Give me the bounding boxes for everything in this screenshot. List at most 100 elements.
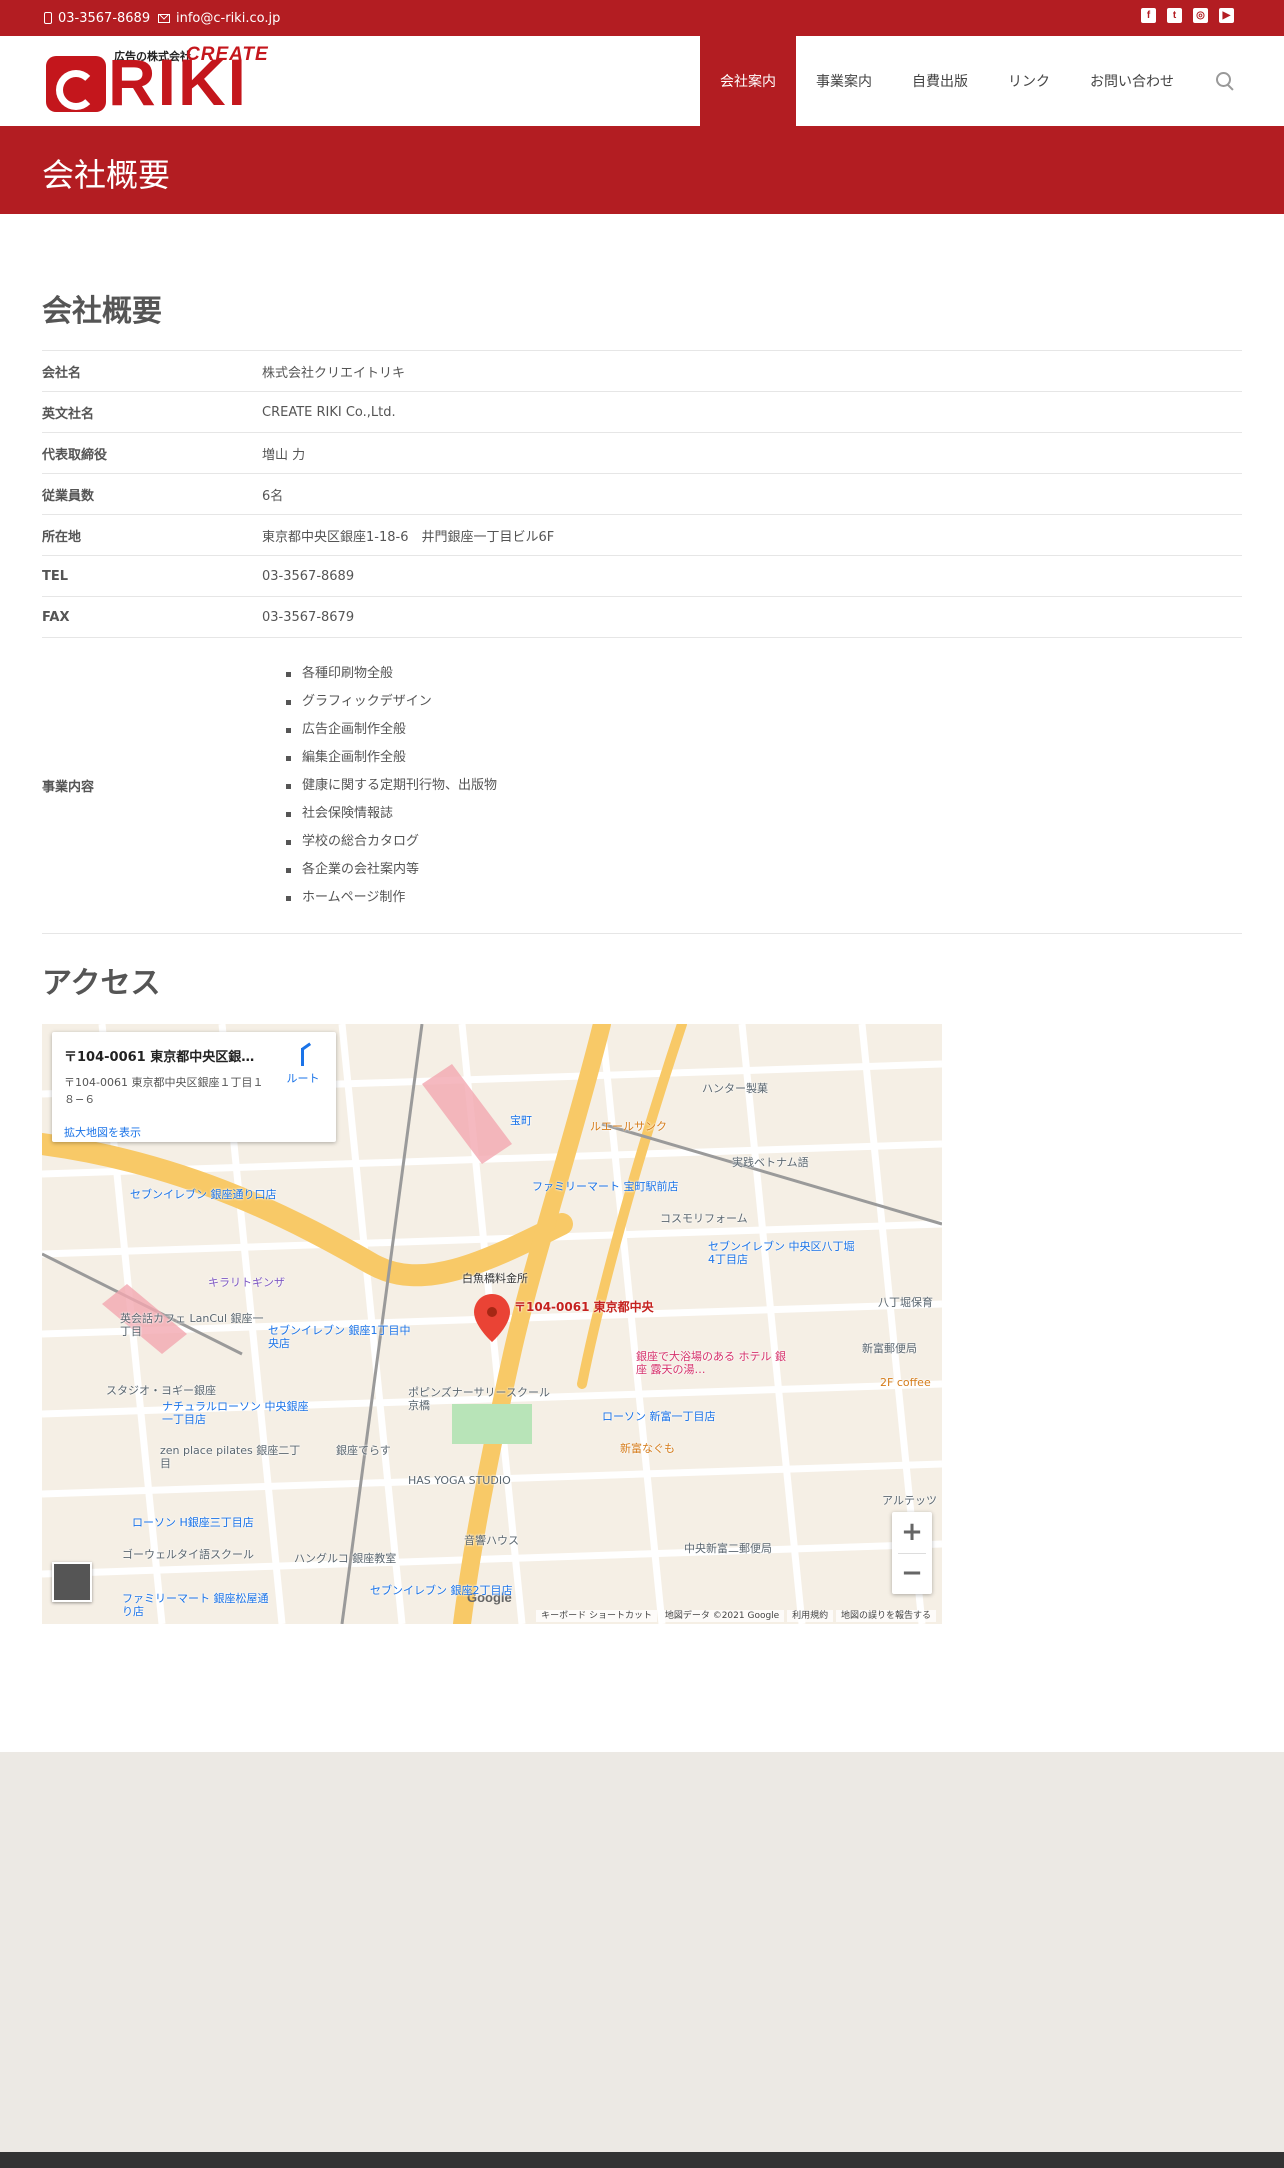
map-place-label: 宝町 — [510, 1114, 532, 1127]
row-key: 会社名 — [42, 365, 82, 381]
table-row: 英文社名 CREATE RIKI Co.,Ltd. — [42, 392, 1242, 433]
row-key: FAX — [42, 609, 70, 625]
main-nav: 会社案内 事業案内 自費出版 リンク お問い合わせ — [700, 36, 1244, 126]
map-card-title: 〒104-0061 東京都中央区銀座… — [64, 1050, 264, 1065]
nav-business[interactable]: 事業案内 — [796, 36, 892, 126]
company-table: 会社名 株式会社クリエイトリキ 英文社名 CREATE RIKI Co.,Ltd… — [42, 350, 1242, 934]
instagram-icon[interactable]: ◎ — [1193, 8, 1208, 23]
map-place-label: ローソン 新富一丁目店 — [602, 1410, 716, 1423]
map-place-label: ナチュラルローソン 中央銀座一丁目店 — [162, 1400, 309, 1426]
zoom-in-button[interactable]: + — [892, 1512, 932, 1553]
map-place-label: セブンイレブン 銀座2丁目店 — [370, 1584, 513, 1597]
row-value: 株式会社クリエイトリキ — [262, 365, 406, 381]
map-place-label: 実践ベトナム語 — [732, 1156, 809, 1169]
map-place-label: ポピンズナーサリースクール京橋 — [408, 1386, 551, 1412]
map-place-label: 2F coffee — [880, 1376, 931, 1389]
top-phone[interactable]: 03-3567-8689 — [44, 0, 150, 36]
table-row: TEL 03-3567-8689 — [42, 556, 1242, 597]
company-heading: 会社概要 — [42, 294, 162, 329]
list-item: 広告企画制作全般 — [282, 716, 497, 744]
list-item: グラフィックデザイン — [282, 688, 497, 716]
twitter-icon[interactable]: t — [1167, 8, 1182, 23]
social-links: f t ◎ ▶ — [1141, 8, 1234, 23]
row-value: 6名 — [262, 488, 284, 504]
map-place-label: スタジオ・ヨギー銀座 — [106, 1384, 216, 1397]
nav-contact[interactable]: お問い合わせ — [1070, 36, 1194, 126]
map-report-link[interactable]: 地図の誤りを報告する — [835, 1610, 936, 1622]
map-thumbnail[interactable] — [52, 1562, 92, 1602]
row-key: 英文社名 — [42, 406, 95, 422]
map-shortcuts-link[interactable]: キーボード ショートカット — [536, 1610, 657, 1622]
map-terms-link[interactable]: 利用規約 — [787, 1610, 834, 1622]
row-value: 03-3567-8689 — [262, 568, 355, 584]
map-place-label: セブンイレブン 中央区八丁堀4丁目店 — [708, 1240, 855, 1266]
list-item: ホームページ制作 — [282, 884, 497, 912]
map-place-label: 銀座で大浴場のある ホテル 銀座 露天の湯… — [636, 1350, 786, 1376]
access-heading: アクセス — [42, 966, 161, 1001]
zoom-out-button[interactable]: − — [892, 1553, 932, 1594]
map-place-label: 英会話カフェ LanCul 銀座一丁目 — [120, 1312, 264, 1338]
map-place-label: ローソン H銀座三丁目店 — [132, 1516, 254, 1529]
map-place-label: ファミリーマート 宝町駅前店 — [532, 1180, 679, 1193]
map-place-label: ゴーウェルタイ語スクール — [122, 1548, 254, 1561]
row-value: 東京都中央区銀座1-18-6 井門銀座一丁目ビル6F — [262, 529, 555, 545]
map-enlarge-link[interactable]: 拡大地図を表示 — [64, 1124, 141, 1140]
list-item: 各種印刷物全般 — [282, 660, 497, 688]
business-list: 各種印刷物全般 グラフィックデザイン 広告企画制作全般 編集企画制作全般 健康に… — [262, 660, 497, 912]
facebook-icon[interactable]: f — [1141, 8, 1156, 23]
footer-bottom-bar — [0, 2152, 1284, 2168]
nav-links[interactable]: リンク — [988, 36, 1070, 126]
map-place-label: 銀座てらす — [336, 1444, 391, 1457]
nav-company[interactable]: 会社案内 — [700, 36, 796, 126]
row-key: TEL — [42, 568, 69, 584]
route-icon — [293, 1046, 313, 1066]
map-place-label: zen place pilates 銀座二丁目 — [160, 1444, 301, 1470]
table-row: 代表取締役 増山 力 — [42, 433, 1242, 474]
map-pin-label: 〒104-0061 東京都中央 — [514, 1300, 654, 1314]
table-row: FAX 03-3567-8679 — [42, 597, 1242, 638]
site-header: 広告の株式会社 CREATE RIKI 会社案内 事業案内 自費出版 リンク お… — [0, 36, 1284, 126]
map-place-label: 八丁堀保育 — [878, 1296, 933, 1309]
map-place-label: 音響ハウス — [464, 1534, 519, 1547]
list-item: 各企業の会社案内等 — [282, 856, 497, 884]
site-logo[interactable]: 広告の株式会社 CREATE RIKI — [46, 44, 286, 115]
youtube-icon[interactable]: ▶ — [1219, 8, 1234, 23]
row-value: 増山 力 — [262, 447, 306, 463]
map-info-card: 〒104-0061 東京都中央区銀座… 〒104-0061 東京都中央区銀座１丁… — [52, 1032, 336, 1142]
map-place-label: コスモリフォーム — [660, 1212, 748, 1225]
map-place-label: 白魚橋料金所 — [462, 1272, 528, 1285]
route-label: ルート — [286, 1072, 320, 1085]
top-email[interactable]: info@c-riki.co.jp — [158, 0, 280, 36]
map-route-button[interactable]: ルート — [280, 1046, 326, 1086]
logo-mark-icon — [46, 56, 106, 112]
list-item: 社会保険情報誌 — [282, 800, 497, 828]
map-place-label: ハングルコ 銀座教室 — [294, 1552, 397, 1565]
top-phone-text: 03-3567-8689 — [58, 10, 151, 26]
map-place-label: HAS YOGA STUDIO — [408, 1474, 511, 1487]
nav-publishing[interactable]: 自費出版 — [892, 36, 988, 126]
map-place-label: アルテッツ — [882, 1494, 937, 1507]
map-place-label: ルエールサンク — [590, 1120, 667, 1133]
page-title-bar: 会社概要 — [0, 126, 1284, 214]
map-place-label: 新富郵便局 — [862, 1342, 917, 1355]
map-place-label: セブンイレブン 銀座通り口店 — [130, 1188, 277, 1201]
mail-icon — [158, 13, 170, 23]
row-value: CREATE RIKI Co.,Ltd. — [262, 404, 396, 420]
table-row: 所在地 東京都中央区銀座1-18-6 井門銀座一丁目ビル6F — [42, 515, 1242, 556]
top-bar: 03-3567-8689 info@c-riki.co.jp f t ◎ ▶ — [0, 0, 1284, 36]
map-card-address: 〒104-0061 東京都中央区銀座１丁目１８−６ — [64, 1076, 264, 1106]
row-key: 所在地 — [42, 529, 82, 545]
table-row: 会社名 株式会社クリエイトリキ — [42, 351, 1242, 392]
list-item: 学校の総合カタログ — [282, 828, 497, 856]
map-place-label: ハンター製菓 — [702, 1082, 768, 1095]
top-email-text: info@c-riki.co.jp — [176, 10, 281, 26]
page-title: 会社概要 — [42, 156, 171, 194]
google-map[interactable]: Google 〒104-0061 東京都中央区銀座… 〒104-0061 東京都… — [42, 1024, 942, 1624]
site-footer — [0, 1752, 1284, 2152]
row-value: 03-3567-8679 — [262, 609, 355, 625]
row-key: 代表取締役 — [42, 447, 108, 463]
row-key: 事業内容 — [42, 780, 95, 795]
map-place-label: セブンイレブン 銀座1丁目中央店 — [268, 1324, 411, 1350]
search-icon[interactable] — [1216, 72, 1234, 90]
table-row-business: 事業内容 各種印刷物全般 グラフィックデザイン 広告企画制作全般 編集企画制作全… — [42, 638, 1242, 934]
